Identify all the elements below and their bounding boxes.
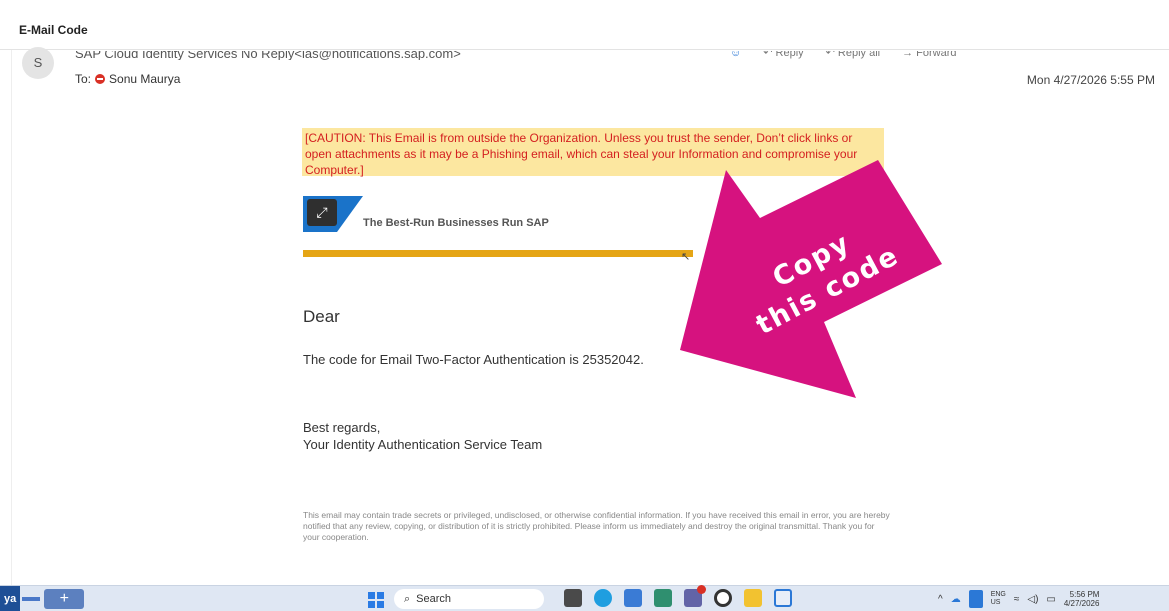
taskbar-window-label[interactable]: ya — [0, 586, 21, 611]
reply-button[interactable]: ↶ Reply — [763, 51, 803, 60]
to-line: To: Sonu Maurya — [75, 72, 180, 86]
sap-tagline: The Best-Run Businesses Run SAP — [363, 217, 549, 229]
network-app-icon[interactable] — [774, 589, 792, 607]
to-label: To: — [75, 72, 92, 86]
window-title: E-Mail Code — [19, 23, 88, 37]
battery-icon[interactable]: ▭ — [1046, 594, 1055, 605]
left-edge — [0, 50, 12, 585]
message-actions: ☺ ↶ Reply ↶ Reply all → Forward — [730, 51, 957, 60]
screen: E-Mail Code S SAP Cloud Identity Service… — [0, 0, 1169, 611]
volume-icon[interactable]: ◁) — [1027, 594, 1038, 605]
chevron-up-icon[interactable]: ^ — [938, 594, 943, 605]
pinned-apps — [564, 585, 792, 607]
search-placeholder: Search — [416, 593, 452, 605]
forward-button[interactable]: → Forward — [902, 51, 956, 60]
mail-app-icon[interactable] — [624, 589, 642, 607]
system-tray: ^ ☁ ENG US ≈ ◁) ▭ 5:56 PM 4/27/2026 — [938, 586, 1099, 611]
expand-image-icon[interactable]: ⤢ — [307, 199, 337, 226]
file-explorer-icon[interactable] — [564, 589, 582, 607]
taskbar-search[interactable]: ⌕ Search — [394, 589, 544, 609]
orange-divider — [303, 250, 693, 257]
regards-line: Best regards, — [303, 420, 381, 435]
confidentiality-disclaimer: This email may contain trade secrets or … — [303, 510, 890, 542]
signature: Best regards, Your Identity Authenticati… — [303, 419, 542, 453]
sender-line: SAP Cloud Identity Services No Reply<ias… — [75, 51, 461, 60]
taskbar: ya + ⌕ Search ^ ☁ ENG US ≈ ◁) ▭ 5:56 PM … — [0, 585, 1169, 611]
language-indicator[interactable]: ENG US — [991, 591, 1006, 607]
clock[interactable]: 5:56 PM 4/27/2026 — [1064, 590, 1100, 608]
onedrive-icon[interactable]: ☁ — [951, 594, 961, 605]
search-icon: ⌕ — [404, 593, 411, 605]
blocked-status-icon — [95, 74, 106, 84]
chrome-icon[interactable] — [714, 589, 732, 607]
window-indicator — [22, 597, 41, 601]
emoji-react-icon[interactable]: ☺ — [730, 51, 741, 60]
recipient-name[interactable]: Sonu Maurya — [109, 72, 180, 86]
teams-icon[interactable] — [684, 585, 706, 607]
wifi-icon[interactable]: ≈ — [1014, 594, 1020, 605]
title-bar: E-Mail Code — [0, 0, 1169, 50]
greeting: Dear — [303, 307, 340, 326]
reply-all-button[interactable]: ↶ Reply all — [826, 51, 880, 60]
folder-icon[interactable] — [744, 589, 762, 607]
avatar: S — [22, 47, 54, 79]
verification-code-sentence: The code for Email Two-Factor Authentica… — [303, 352, 644, 367]
microphone-icon[interactable] — [968, 590, 983, 608]
team-name: Your Identity Authentication Service Tea… — [303, 437, 543, 452]
notification-badge — [697, 585, 706, 594]
store-app-icon[interactable] — [654, 589, 672, 607]
new-desktop-button[interactable]: + — [44, 589, 85, 609]
taskbar-left: ya + — [0, 586, 85, 611]
message-date: Mon 4/27/2026 5:55 PM — [1026, 73, 1155, 87]
edge-browser-icon[interactable] — [594, 589, 612, 607]
windows-start-icon[interactable] — [368, 592, 384, 608]
